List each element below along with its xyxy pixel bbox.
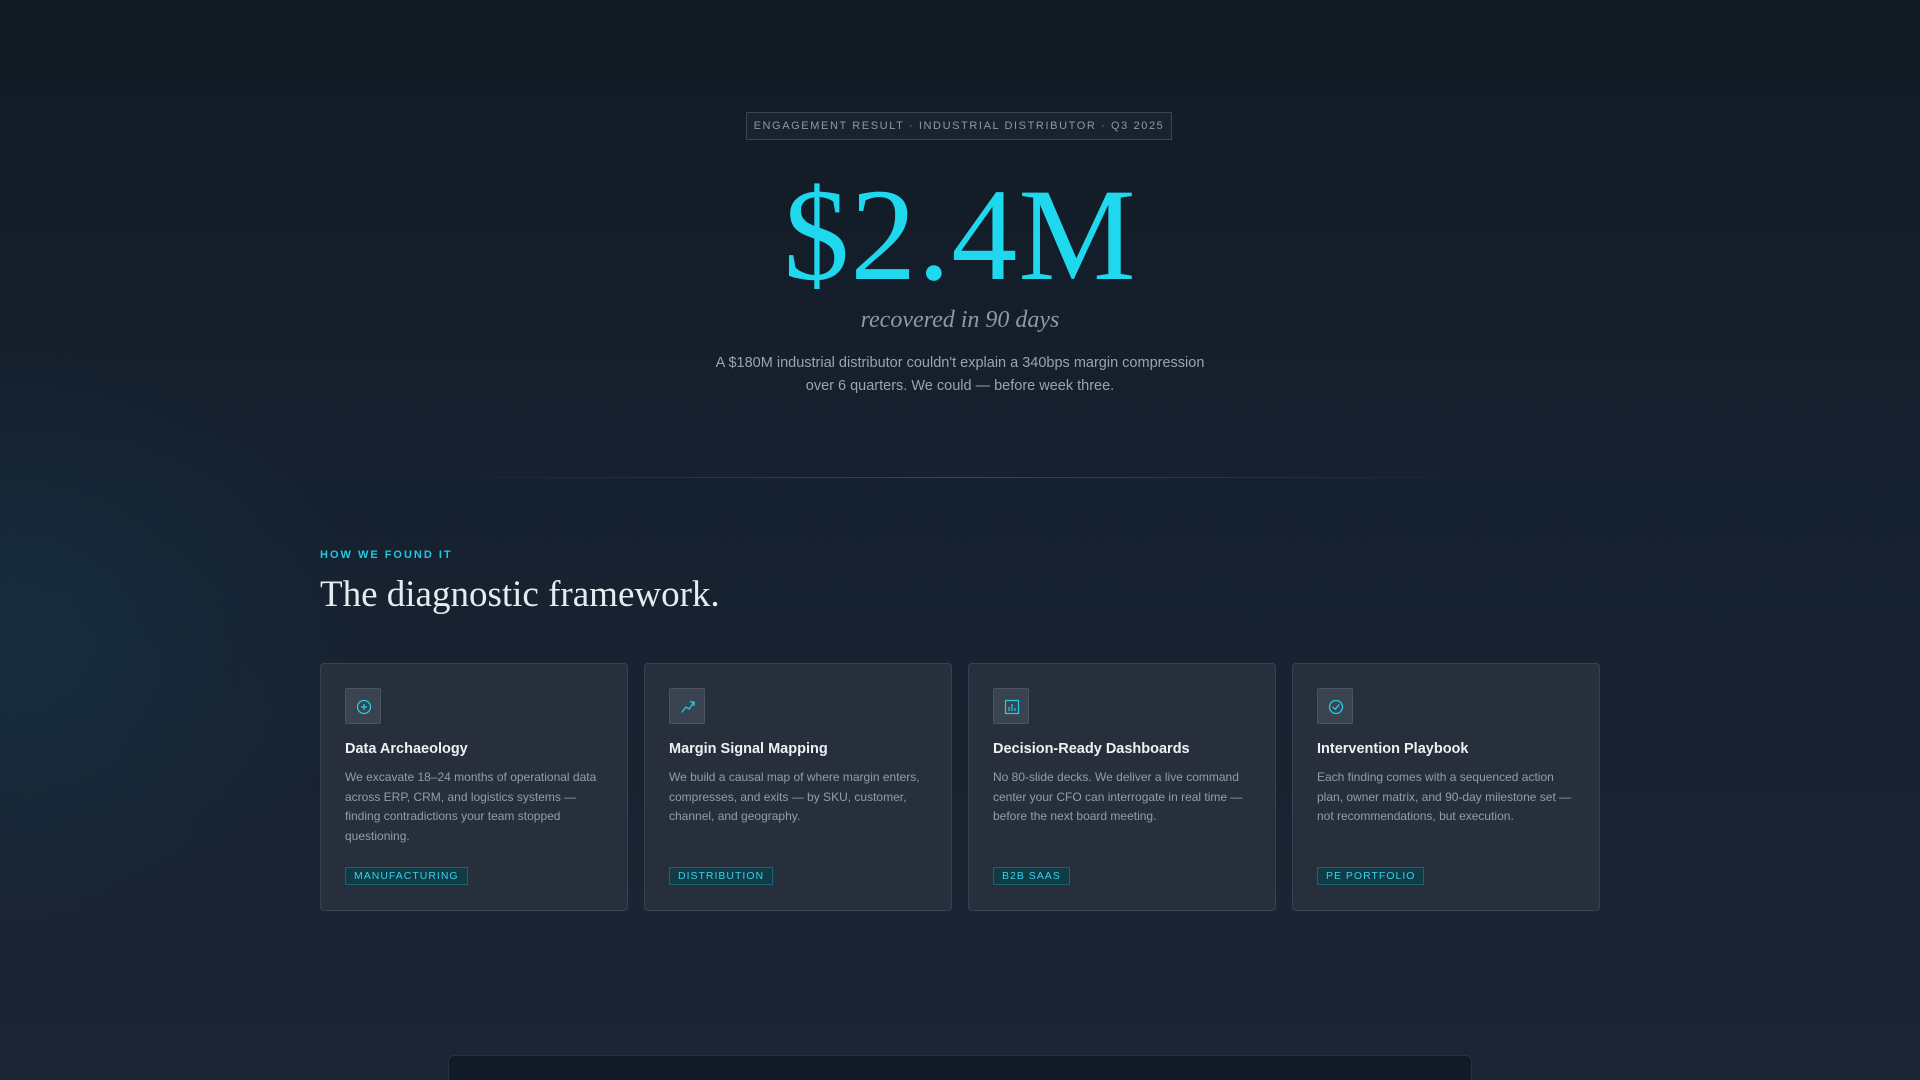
framework-cards: Data Archaeology We excavate 18–24 month… bbox=[320, 663, 1600, 911]
card-title: Intervention Playbook bbox=[1317, 741, 1469, 757]
plus-circle-icon bbox=[345, 688, 381, 724]
industry-tag: PE PORTFOLIO bbox=[1317, 867, 1425, 885]
headline-subtitle: recovered in 90 days bbox=[860, 307, 1060, 333]
card-intervention-playbook: Intervention Playbook Each finding comes… bbox=[1292, 663, 1600, 911]
industry-tag: B2B SAAS bbox=[993, 867, 1070, 885]
card-title: Data Archaeology bbox=[345, 741, 468, 757]
card-data-archaeology: Data Archaeology We excavate 18–24 month… bbox=[320, 663, 628, 911]
card-description: We excavate 18–24 months of operational … bbox=[345, 770, 597, 843]
card-description: No 80-slide decks. We deliver a live com… bbox=[993, 770, 1243, 823]
trend-up-icon bbox=[669, 688, 705, 724]
section-kicker: HOW WE FOUND IT bbox=[320, 549, 453, 561]
next-section-panel bbox=[448, 1055, 1472, 1080]
card-description: We build a causal map of where margin en… bbox=[669, 770, 920, 823]
bar-chart-icon bbox=[993, 688, 1029, 724]
industry-tag: DISTRIBUTION bbox=[669, 867, 774, 885]
check-circle-icon bbox=[1317, 688, 1353, 724]
card-title: Decision-Ready Dashboards bbox=[993, 741, 1190, 757]
section-title: The diagnostic framework. bbox=[320, 574, 720, 615]
section-divider bbox=[440, 477, 1480, 478]
engagement-badge: ENGAGEMENT RESULT · INDUSTRIAL DISTRIBUT… bbox=[746, 112, 1172, 140]
hero-description: A $180M industrial distributor couldn't … bbox=[715, 355, 1205, 394]
card-margin-signal-mapping: Margin Signal Mapping We build a causal … bbox=[644, 663, 952, 911]
card-title: Margin Signal Mapping bbox=[669, 741, 828, 757]
headline-value: $2.4M bbox=[783, 161, 1137, 308]
card-decision-ready-dashboards: Decision-Ready Dashboards No 80-slide de… bbox=[968, 663, 1276, 911]
card-description: Each finding comes with a sequenced acti… bbox=[1317, 770, 1572, 823]
industry-tag: MANUFACTURING bbox=[345, 867, 468, 885]
